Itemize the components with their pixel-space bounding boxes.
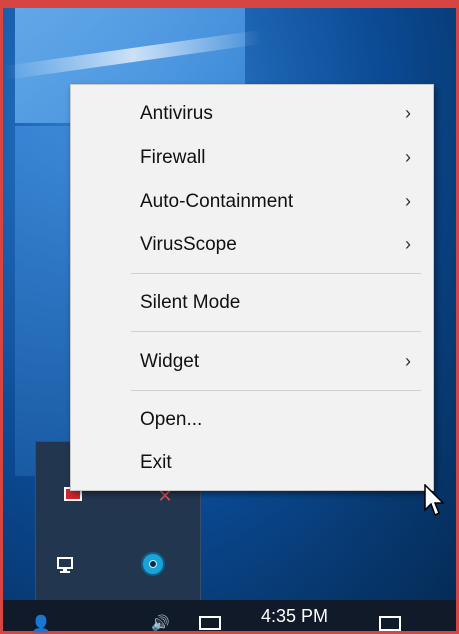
menu-item-virusscope[interactable]: VirusScope › [71,228,433,262]
people-icon[interactable]: 👤 [31,614,51,634]
clock-time[interactable]: 4:35 PM [261,606,328,627]
menu-item-label: Open... [140,409,203,430]
wallpaper-window-pane-lower [15,126,75,476]
chevron-right-icon: › [405,351,411,371]
menu-separator [131,390,421,391]
menu-item-label: Antivirus [140,103,213,124]
menu-item-label: Auto-Containment [140,191,294,212]
keyboard-icon[interactable] [199,616,221,630]
action-center-icon[interactable] [379,616,401,631]
menu-item-label: Silent Mode [140,292,241,313]
menu-item-widget[interactable]: Widget › [71,345,433,379]
frame-top-border [0,0,459,8]
menu-item-label: Firewall [140,147,206,168]
menu-item-label: VirusScope [140,234,237,255]
menu-item-open[interactable]: Open... [71,403,433,437]
tray-context-menu: Antivirus › Firewall › Auto-Containment … [70,84,434,491]
chevron-right-icon: › [405,234,411,254]
mouse-pointer-icon [424,484,445,517]
network-icon[interactable] [54,554,76,576]
menu-item-label: Exit [140,452,172,473]
menu-separator [131,331,421,332]
menu-item-auto-containment[interactable]: Auto-Containment › [71,185,433,219]
chevron-right-icon: › [405,147,411,167]
comodo-shield-icon[interactable] [141,552,165,576]
chevron-right-icon: › [405,103,411,123]
menu-item-exit[interactable]: Exit [71,446,433,480]
speaker-icon[interactable]: 🔊 [151,614,170,632]
network-monitor-icon [57,557,73,573]
chevron-right-icon: › [405,191,411,211]
menu-item-firewall[interactable]: Firewall › [71,141,433,175]
menu-item-antivirus[interactable]: Antivirus › [71,97,433,131]
menu-separator [131,273,421,274]
menu-item-label: Widget [140,351,200,372]
taskbar: 👤 🔊 4:35 PM [3,600,456,634]
menu-item-silent-mode[interactable]: Silent Mode [71,286,433,320]
